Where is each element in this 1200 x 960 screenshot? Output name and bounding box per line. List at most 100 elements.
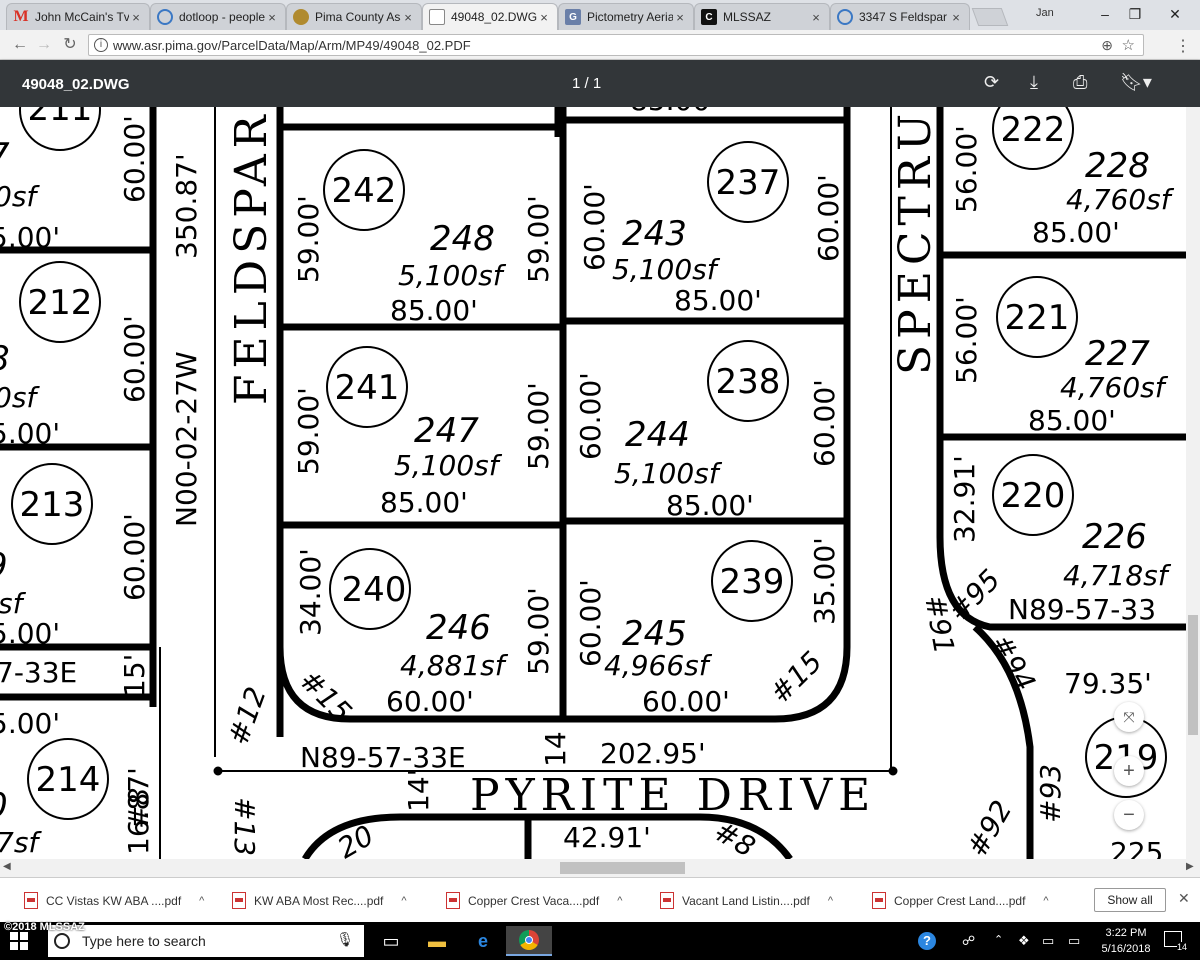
tab-pictometry[interactable]: G Pictometry Aeria × bbox=[558, 3, 694, 30]
chevron-up-icon[interactable]: ^ bbox=[199, 895, 204, 907]
horizontal-scrollbar[interactable]: ◀ ▶ bbox=[0, 859, 1200, 877]
gmail-icon: M bbox=[13, 8, 29, 25]
system-clock[interactable]: 3:22 PM 5/16/2018 bbox=[1094, 925, 1158, 957]
lot-depth: 60.00' bbox=[812, 174, 845, 262]
close-tab-icon[interactable]: × bbox=[265, 10, 279, 25]
network-icon[interactable]: ▭ bbox=[1042, 933, 1054, 949]
dropbox-icon[interactable]: ❖ bbox=[1018, 933, 1030, 949]
close-tab-icon[interactable]: × bbox=[673, 10, 687, 25]
lot-number: 247 bbox=[414, 411, 479, 451]
distance-label: 14' bbox=[402, 769, 435, 812]
lot-depth: 60.00' bbox=[578, 183, 611, 271]
chevron-up-icon[interactable]: ^ bbox=[1043, 895, 1048, 907]
vertical-scrollbar[interactable] bbox=[1186, 107, 1200, 859]
lot-number: 245 bbox=[622, 614, 687, 654]
lot-depth: 60.00' bbox=[118, 315, 151, 403]
tab-pima-county[interactable]: Pima County Ass × bbox=[286, 3, 422, 30]
scroll-thumb[interactable] bbox=[560, 862, 685, 874]
bookmark-star-icon[interactable]: ☆ bbox=[1122, 36, 1135, 54]
help-icon[interactable]: ? bbox=[918, 932, 936, 950]
taskbar-search-input[interactable]: Type here to search 🎙︎ bbox=[48, 925, 364, 957]
west-bearing: N00-02-27W bbox=[170, 351, 203, 527]
address-bar[interactable]: i www.asr.pima.gov/ParcelData/Map/Arm/MP… bbox=[88, 34, 1144, 56]
chevron-up-icon[interactable]: ^ bbox=[617, 895, 622, 907]
lot-depth: 60.00' bbox=[808, 379, 841, 467]
profile-name[interactable]: Jan bbox=[1036, 7, 1054, 19]
pdf-file-icon bbox=[24, 892, 38, 909]
lot-number: 0 bbox=[0, 786, 8, 826]
close-tab-icon[interactable]: × bbox=[537, 10, 551, 25]
task-view-icon[interactable]: ▭ bbox=[368, 926, 414, 956]
download-item[interactable]: KW ABA Most Rec....pdf ^ bbox=[232, 878, 418, 923]
lot-area: 0sf bbox=[0, 180, 40, 213]
people-icon[interactable]: ☍ bbox=[962, 933, 975, 949]
distance-label: 79.35' bbox=[1064, 667, 1152, 700]
edge-icon[interactable]: e bbox=[460, 926, 506, 956]
fit-page-button[interactable]: ⤧ bbox=[1114, 702, 1144, 732]
close-shelf-icon[interactable]: ✕ bbox=[1178, 890, 1190, 907]
bookmark-menu-icon[interactable]: 🔖︎▾ bbox=[1120, 72, 1152, 93]
monument-point bbox=[213, 766, 223, 776]
print-icon[interactable]: ⎙ bbox=[1073, 72, 1087, 93]
chevron-up-icon[interactable]: ^ bbox=[401, 895, 406, 907]
battery-icon[interactable]: ▭ bbox=[1068, 933, 1080, 949]
lot-width: 5.00' bbox=[0, 707, 60, 740]
scroll-thumb[interactable] bbox=[1188, 615, 1198, 735]
zoom-out-button[interactable]: − bbox=[1114, 800, 1144, 830]
map-number-fragment: 225 bbox=[1110, 836, 1163, 859]
window-close-icon[interactable]: ✕ bbox=[1160, 4, 1190, 24]
microphone-icon[interactable]: 🎙︎ bbox=[336, 931, 354, 948]
maximize-icon[interactable]: ❐ bbox=[1120, 4, 1150, 24]
lot-number: 228 bbox=[1085, 146, 1150, 186]
reload-icon[interactable]: ↻ bbox=[60, 35, 80, 55]
close-tab-icon[interactable]: × bbox=[809, 10, 823, 25]
download-item[interactable]: Copper Crest Land....pdf ^ bbox=[872, 878, 1072, 923]
download-label: CC Vistas KW ABA ....pdf bbox=[46, 893, 182, 908]
download-item[interactable]: Vacant Land Listin....pdf ^ bbox=[660, 878, 850, 923]
chevron-up-icon[interactable]: ^ bbox=[828, 895, 833, 907]
scroll-right-icon[interactable]: ▶ bbox=[1186, 861, 1194, 872]
zoom-icon[interactable]: ⊕ bbox=[1101, 37, 1113, 54]
tab-mlssaz[interactable]: C MLSSAZ × bbox=[694, 3, 830, 30]
file-explorer-icon[interactable]: ▬ bbox=[414, 926, 460, 956]
scroll-left-icon[interactable]: ◀ bbox=[3, 861, 11, 872]
curve-label: #8 bbox=[122, 788, 155, 829]
back-icon[interactable]: ← bbox=[10, 35, 30, 55]
close-tab-icon[interactable]: × bbox=[401, 10, 415, 25]
action-center-icon[interactable]: 14 bbox=[1164, 931, 1187, 952]
pdf-viewport[interactable]: 211 212 213 214 242 237 241 238 240 239 … bbox=[0, 107, 1186, 859]
lot-depth: 56.00' bbox=[950, 125, 983, 213]
close-tab-icon[interactable]: × bbox=[129, 10, 143, 25]
new-tab-button[interactable] bbox=[971, 8, 1009, 26]
chrome-menu-icon[interactable]: ⋮ bbox=[1175, 36, 1191, 56]
lot-depth: 56.00' bbox=[950, 296, 983, 384]
show-all-button[interactable]: Show all bbox=[1094, 888, 1166, 912]
tab-pdf-active[interactable]: 49048_02.DWG × bbox=[422, 3, 558, 30]
lot-depth: 59.00' bbox=[522, 587, 555, 675]
windows-start-icon[interactable] bbox=[10, 932, 28, 950]
close-tab-icon[interactable]: × bbox=[949, 10, 963, 25]
document-icon bbox=[429, 9, 445, 25]
lot-width: 85.00' bbox=[1028, 404, 1116, 437]
tab-gmail[interactable]: M John McCain's Tv × bbox=[6, 3, 150, 30]
download-item[interactable]: Copper Crest Vaca....pdf ^ bbox=[446, 878, 636, 923]
show-hidden-icons[interactable]: ⌃ bbox=[994, 933, 1003, 946]
minimize-icon[interactable]: – bbox=[1090, 4, 1120, 24]
lot-number: 226 bbox=[1082, 517, 1147, 557]
download-icon[interactable]: ⤓ bbox=[1030, 72, 1038, 93]
info-icon[interactable]: i bbox=[94, 38, 108, 52]
tab-dotloop[interactable]: dotloop - people × bbox=[150, 3, 286, 30]
lot-number: 248 bbox=[430, 219, 495, 259]
url-text[interactable]: www.asr.pima.gov/ParcelData/Map/Arm/MP49… bbox=[113, 38, 471, 53]
zoom-in-button[interactable]: + bbox=[1114, 756, 1144, 786]
pdf-filename: 49048_02.DWG bbox=[22, 76, 130, 93]
rotate-icon[interactable]: ⟳ bbox=[984, 72, 999, 93]
tab-feldspar[interactable]: 3347 S Feldspar × bbox=[830, 3, 970, 30]
download-item[interactable]: CC Vistas KW ABA ....pdf ^ bbox=[24, 878, 210, 923]
tab-label: 49048_02.DWG bbox=[451, 10, 537, 24]
download-shelf: CC Vistas KW ABA ....pdf ^ KW ABA Most R… bbox=[0, 877, 1200, 922]
forward-icon[interactable]: → bbox=[34, 35, 54, 55]
curve-label: #93 bbox=[1034, 764, 1067, 823]
chrome-icon[interactable] bbox=[506, 926, 552, 956]
lot-width: 85.00' bbox=[380, 486, 468, 519]
